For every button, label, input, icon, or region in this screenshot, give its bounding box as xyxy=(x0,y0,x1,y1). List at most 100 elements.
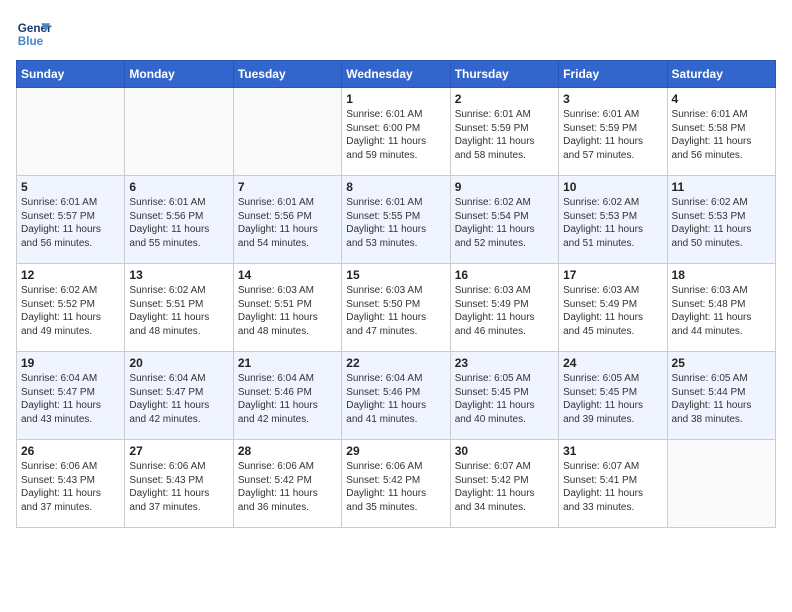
day-info: Sunrise: 6:02 AMSunset: 5:53 PMDaylight:… xyxy=(672,196,771,250)
day-number: 20 xyxy=(129,356,228,370)
calendar-table: SundayMondayTuesdayWednesdayThursdayFrid… xyxy=(16,60,776,528)
day-number: 19 xyxy=(21,356,120,370)
day-info: Sunrise: 6:04 AMSunset: 5:46 PMDaylight:… xyxy=(238,372,337,426)
day-number: 11 xyxy=(672,180,771,194)
calendar-cell xyxy=(233,88,341,176)
page-header: General Blue xyxy=(16,16,776,52)
calendar-cell: 9 Sunrise: 6:02 AMSunset: 5:54 PMDaylight… xyxy=(450,176,558,264)
day-info: Sunrise: 6:03 AMSunset: 5:48 PMDaylight:… xyxy=(672,284,771,338)
day-number: 21 xyxy=(238,356,337,370)
day-info: Sunrise: 6:02 AMSunset: 5:54 PMDaylight:… xyxy=(455,196,554,250)
day-number: 17 xyxy=(563,268,662,282)
calendar-cell: 18 Sunrise: 6:03 AMSunset: 5:48 PMDayligh… xyxy=(667,264,775,352)
day-info: Sunrise: 6:06 AMSunset: 5:42 PMDaylight:… xyxy=(238,460,337,514)
calendar-cell: 2 Sunrise: 6:01 AMSunset: 5:59 PMDaylight… xyxy=(450,88,558,176)
calendar-cell: 13 Sunrise: 6:02 AMSunset: 5:51 PMDayligh… xyxy=(125,264,233,352)
day-info: Sunrise: 6:03 AMSunset: 5:49 PMDaylight:… xyxy=(455,284,554,338)
day-info: Sunrise: 6:02 AMSunset: 5:51 PMDaylight:… xyxy=(129,284,228,338)
calendar-week-3: 12Sunrise: 6:02 AMSunset: 5:52 PMDayligh… xyxy=(17,264,776,352)
calendar-cell: 20 Sunrise: 6:04 AMSunset: 5:47 PMDayligh… xyxy=(125,352,233,440)
calendar-cell: 8 Sunrise: 6:01 AMSunset: 5:55 PMDaylight… xyxy=(342,176,450,264)
calendar-cell: 17Sunrise: 6:03 AMSunset: 5:49 PMDayligh… xyxy=(559,264,667,352)
calendar-week-5: 26 Sunrise: 6:06 AMSunset: 5:43 PMDayligh… xyxy=(17,440,776,528)
calendar-cell: 28Sunrise: 6:06 AMSunset: 5:42 PMDayligh… xyxy=(233,440,341,528)
day-number: 25 xyxy=(672,356,771,370)
calendar-cell: 10 Sunrise: 6:02 AMSunset: 5:53 PMDayligh… xyxy=(559,176,667,264)
day-number: 8 xyxy=(346,180,445,194)
day-number: 1 xyxy=(346,92,445,106)
day-number: 29 xyxy=(346,444,445,458)
day-info: Sunrise: 6:01 AMSunset: 5:55 PMDaylight:… xyxy=(346,196,445,250)
day-number: 7 xyxy=(238,180,337,194)
calendar-cell: 16 Sunrise: 6:03 AMSunset: 5:49 PMDayligh… xyxy=(450,264,558,352)
calendar-cell: 1 Sunrise: 6:01 AMSunset: 6:00 PMDaylight… xyxy=(342,88,450,176)
day-info: Sunrise: 6:04 AMSunset: 5:47 PMDaylight:… xyxy=(129,372,228,426)
calendar-cell: 21 Sunrise: 6:04 AMSunset: 5:46 PMDayligh… xyxy=(233,352,341,440)
calendar-week-2: 5 Sunrise: 6:01 AMSunset: 5:57 PMDaylight… xyxy=(17,176,776,264)
col-header-tuesday: Tuesday xyxy=(233,61,341,88)
col-header-sunday: Sunday xyxy=(17,61,125,88)
calendar-cell: 11 Sunrise: 6:02 AMSunset: 5:53 PMDayligh… xyxy=(667,176,775,264)
day-info: Sunrise: 6:01 AMSunset: 5:57 PMDaylight:… xyxy=(21,196,120,250)
svg-text:Blue: Blue xyxy=(18,35,44,48)
day-info: Sunrise: 6:05 AMSunset: 5:45 PMDaylight:… xyxy=(455,372,554,426)
col-header-thursday: Thursday xyxy=(450,61,558,88)
calendar-cell: 26 Sunrise: 6:06 AMSunset: 5:43 PMDayligh… xyxy=(17,440,125,528)
day-number: 16 xyxy=(455,268,554,282)
calendar-cell: 3Sunrise: 6:01 AMSunset: 5:59 PMDaylight… xyxy=(559,88,667,176)
day-info: Sunrise: 6:02 AMSunset: 5:53 PMDaylight:… xyxy=(563,196,662,250)
day-info: Sunrise: 6:05 AMSunset: 5:45 PMDaylight:… xyxy=(563,372,662,426)
day-number: 26 xyxy=(21,444,120,458)
calendar-cell: 6Sunrise: 6:01 AMSunset: 5:56 PMDaylight… xyxy=(125,176,233,264)
day-number: 15 xyxy=(346,268,445,282)
day-number: 4 xyxy=(672,92,771,106)
day-info: Sunrise: 6:01 AMSunset: 5:59 PMDaylight:… xyxy=(563,108,662,162)
calendar-cell xyxy=(17,88,125,176)
calendar-cell: 31Sunrise: 6:07 AMSunset: 5:41 PMDayligh… xyxy=(559,440,667,528)
calendar-cell: 24 Sunrise: 6:05 AMSunset: 5:45 PMDayligh… xyxy=(559,352,667,440)
calendar-cell: 29 Sunrise: 6:06 AMSunset: 5:42 PMDayligh… xyxy=(342,440,450,528)
col-header-saturday: Saturday xyxy=(667,61,775,88)
calendar-cell: 27 Sunrise: 6:06 AMSunset: 5:43 PMDayligh… xyxy=(125,440,233,528)
day-number: 18 xyxy=(672,268,771,282)
day-number: 9 xyxy=(455,180,554,194)
calendar-week-4: 19 Sunrise: 6:04 AMSunset: 5:47 PMDayligh… xyxy=(17,352,776,440)
day-info: Sunrise: 6:06 AMSunset: 5:42 PMDaylight:… xyxy=(346,460,445,514)
day-info: Sunrise: 6:07 AMSunset: 5:42 PMDaylight:… xyxy=(455,460,554,514)
calendar-cell: 4Sunrise: 6:01 AMSunset: 5:58 PMDaylight… xyxy=(667,88,775,176)
day-number: 14 xyxy=(238,268,337,282)
day-number: 2 xyxy=(455,92,554,106)
day-number: 5 xyxy=(21,180,120,194)
calendar-cell: 30 Sunrise: 6:07 AMSunset: 5:42 PMDayligh… xyxy=(450,440,558,528)
calendar-cell: 19 Sunrise: 6:04 AMSunset: 5:47 PMDayligh… xyxy=(17,352,125,440)
col-header-monday: Monday xyxy=(125,61,233,88)
day-number: 10 xyxy=(563,180,662,194)
calendar-cell: 5 Sunrise: 6:01 AMSunset: 5:57 PMDaylight… xyxy=(17,176,125,264)
day-number: 30 xyxy=(455,444,554,458)
calendar-cell: 15 Sunrise: 6:03 AMSunset: 5:50 PMDayligh… xyxy=(342,264,450,352)
calendar-cell: 12Sunrise: 6:02 AMSunset: 5:52 PMDayligh… xyxy=(17,264,125,352)
day-info: Sunrise: 6:06 AMSunset: 5:43 PMDaylight:… xyxy=(129,460,228,514)
day-info: Sunrise: 6:05 AMSunset: 5:44 PMDaylight:… xyxy=(672,372,771,426)
day-info: Sunrise: 6:06 AMSunset: 5:43 PMDaylight:… xyxy=(21,460,120,514)
day-number: 22 xyxy=(346,356,445,370)
day-number: 31 xyxy=(563,444,662,458)
day-info: Sunrise: 6:01 AMSunset: 5:59 PMDaylight:… xyxy=(455,108,554,162)
day-number: 6 xyxy=(129,180,228,194)
day-number: 24 xyxy=(563,356,662,370)
calendar-header: SundayMondayTuesdayWednesdayThursdayFrid… xyxy=(17,61,776,88)
day-number: 23 xyxy=(455,356,554,370)
col-header-friday: Friday xyxy=(559,61,667,88)
calendar-cell: 25 Sunrise: 6:05 AMSunset: 5:44 PMDayligh… xyxy=(667,352,775,440)
day-number: 27 xyxy=(129,444,228,458)
day-info: Sunrise: 6:01 AMSunset: 5:56 PMDaylight:… xyxy=(238,196,337,250)
day-info: Sunrise: 6:01 AMSunset: 6:00 PMDaylight:… xyxy=(346,108,445,162)
calendar-week-1: 1 Sunrise: 6:01 AMSunset: 6:00 PMDaylight… xyxy=(17,88,776,176)
day-info: Sunrise: 6:03 AMSunset: 5:51 PMDaylight:… xyxy=(238,284,337,338)
day-number: 12 xyxy=(21,268,120,282)
day-number: 13 xyxy=(129,268,228,282)
calendar-cell xyxy=(667,440,775,528)
day-info: Sunrise: 6:03 AMSunset: 5:50 PMDaylight:… xyxy=(346,284,445,338)
day-info: Sunrise: 6:04 AMSunset: 5:47 PMDaylight:… xyxy=(21,372,120,426)
calendar-cell: 22Sunrise: 6:04 AMSunset: 5:46 PMDayligh… xyxy=(342,352,450,440)
